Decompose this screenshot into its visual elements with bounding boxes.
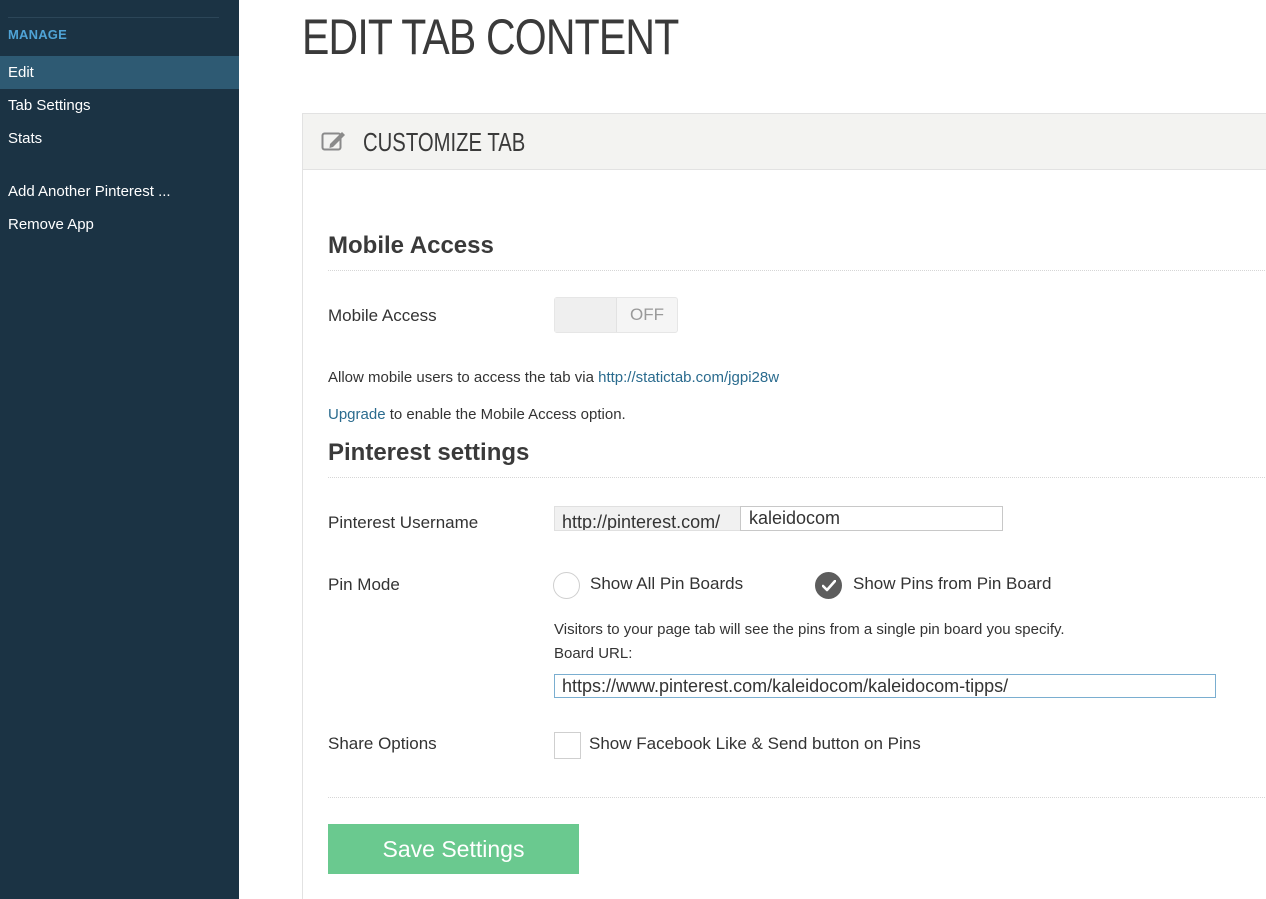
panel-title: CUSTOMIZE TAB: [363, 127, 526, 157]
pinterest-username-input[interactable]: [740, 506, 1003, 531]
toggle-knob: [555, 298, 617, 332]
upgrade-info: Upgrade to enable the Mobile Access opti…: [328, 406, 626, 423]
board-url-label: Board URL:: [554, 645, 633, 662]
checkmark-icon: [822, 580, 836, 592]
pinterest-username-label: Pinterest Username: [328, 513, 479, 532]
show-pins-from-board-radio[interactable]: [815, 572, 842, 599]
section-divider: [328, 270, 1266, 271]
sidebar-divider: [8, 17, 219, 18]
username-url-prefix: http://pinterest.com/: [554, 506, 741, 531]
toggle-state: OFF: [630, 305, 664, 324]
mobile-access-toggle[interactable]: OFF: [554, 297, 678, 333]
sidebar-item-stats[interactable]: Stats: [0, 122, 239, 155]
sidebar: MANAGE Edit Tab Settings Stats Add Anoth…: [0, 0, 239, 899]
page-title: EDIT TAB CONTENT: [302, 9, 679, 65]
sidebar-section-title: MANAGE: [8, 27, 67, 42]
section-divider: [328, 477, 1266, 478]
facebook-like-send-label[interactable]: Show Facebook Like & Send button on Pins: [589, 734, 921, 754]
upgrade-link[interactable]: Upgrade: [328, 406, 386, 423]
board-url-input[interactable]: [554, 674, 1216, 698]
upgrade-info-text: to enable the Mobile Access option.: [385, 406, 626, 423]
pin-mode-label: Pin Mode: [328, 575, 400, 594]
save-settings-button[interactable]: Save Settings: [328, 824, 579, 874]
edit-icon: [321, 132, 345, 151]
customize-panel: CUSTOMIZE TAB Mobile Access Mobile Acces…: [302, 113, 1266, 899]
sidebar-item-remove-app[interactable]: Remove App: [0, 208, 239, 241]
section-divider: [328, 797, 1266, 798]
sidebar-item-add-another-pinterest[interactable]: Add Another Pinterest ...: [0, 175, 239, 208]
mobile-access-info: Allow mobile users to access the tab via…: [328, 369, 779, 386]
mobile-access-heading: Mobile Access: [328, 232, 494, 259]
mobile-access-info-text: Allow mobile users to access the tab via: [328, 369, 599, 386]
show-pins-from-board-label[interactable]: Show Pins from Pin Board: [853, 574, 1051, 594]
show-all-pin-boards-label[interactable]: Show All Pin Boards: [590, 574, 743, 594]
sidebar-item-edit[interactable]: Edit: [0, 56, 239, 89]
show-all-pin-boards-radio[interactable]: [553, 572, 580, 599]
mobile-access-label: Mobile Access: [328, 306, 437, 325]
pinterest-settings-heading: Pinterest settings: [328, 439, 530, 466]
share-options-label: Share Options: [328, 734, 437, 753]
board-info-text: Visitors to your page tab will see the p…: [554, 621, 1065, 638]
sidebar-item-tab-settings[interactable]: Tab Settings: [0, 89, 239, 122]
statictab-link[interactable]: http://statictab.com/jgpi28w: [598, 369, 779, 386]
panel-header: CUSTOMIZE TAB: [303, 114, 1266, 170]
facebook-like-send-checkbox[interactable]: [554, 732, 581, 759]
